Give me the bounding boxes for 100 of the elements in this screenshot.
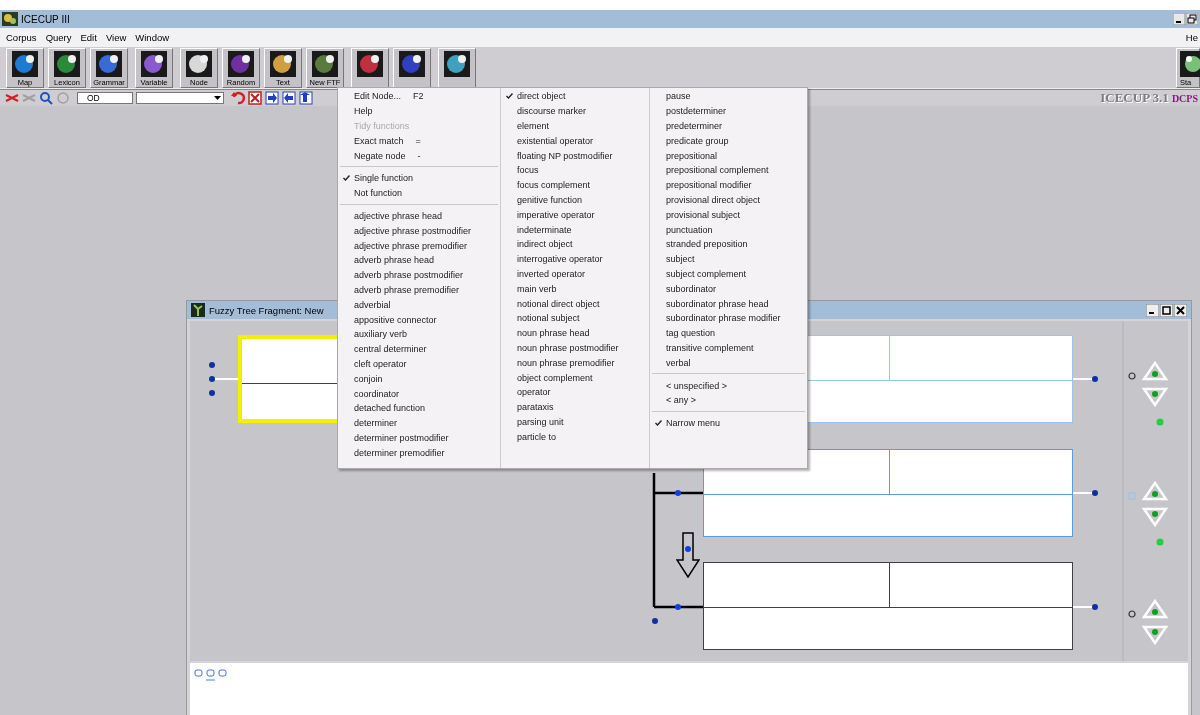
- search-icon[interactable]: [39, 91, 53, 105]
- down-triangle-icon[interactable]: [1142, 507, 1168, 527]
- arrow-icon[interactable]: [265, 91, 279, 105]
- node-field[interactable]: OD: [77, 92, 133, 104]
- menu-item[interactable]: Single function: [338, 171, 500, 186]
- menu-item[interactable]: parsing unit: [501, 414, 649, 430]
- menu-item[interactable]: adjective phrase head: [338, 208, 500, 224]
- menu-item[interactable]: adjective phrase premodifier: [338, 238, 500, 253]
- menu-item[interactable]: adverb phrase premodifier: [338, 282, 500, 298]
- connector-dots-drawing[interactable]: [208, 361, 238, 397]
- menu-item[interactable]: notional subject: [501, 310, 649, 326]
- menu-item[interactable]: auxiliary verb: [338, 326, 500, 342]
- menu-item[interactable]: interrogative operator: [501, 251, 649, 267]
- menu-item[interactable]: < unspecified >: [650, 378, 807, 393]
- menu-item[interactable]: Edit Node... F2: [338, 89, 500, 104]
- menu-item[interactable]: provisional direct object: [650, 192, 807, 208]
- menu-item[interactable]: direct object: [501, 89, 649, 104]
- menu-item[interactable]: verbal: [650, 355, 807, 371]
- node-icons-drawing[interactable]: [194, 669, 228, 683]
- toolbar-button[interactable]: [438, 47, 476, 88]
- menu-item[interactable]: detached function: [338, 400, 500, 416]
- menu-item[interactable]: particle to: [501, 429, 649, 445]
- up-triangle-icon[interactable]: [1142, 481, 1168, 501]
- menu-item[interactable]: element: [501, 118, 649, 134]
- menu-item[interactable]: coordinator: [338, 386, 500, 401]
- menu-item[interactable]: Query: [45, 32, 72, 43]
- minimize-icon[interactable]: [1146, 303, 1159, 317]
- menu-item[interactable]: conjoin: [338, 371, 500, 387]
- menu-item[interactable]: central determiner: [338, 341, 500, 357]
- menu-item[interactable]: Negate node -: [338, 148, 500, 163]
- down-triangle-icon[interactable]: [1142, 625, 1168, 645]
- dot-icon[interactable]: [1156, 418, 1164, 426]
- menu-item[interactable]: He: [1185, 32, 1200, 43]
- arrow-icon[interactable]: [299, 91, 313, 105]
- restore-icon[interactable]: [1186, 13, 1198, 25]
- menu-item[interactable]: noun phrase premodifier: [501, 355, 649, 371]
- tree-node[interactable]: [703, 449, 1073, 537]
- menu-item[interactable]: parataxis: [501, 399, 649, 415]
- menu-item[interactable]: < any >: [650, 392, 807, 408]
- menu-item[interactable]: subordinator phrase head: [650, 296, 807, 311]
- menu-item[interactable]: appositive connector: [338, 312, 500, 327]
- menu-item[interactable]: noun phrase head: [501, 325, 649, 341]
- menu-item[interactable]: indeterminate: [501, 222, 649, 237]
- menu-item[interactable]: cleft operator: [338, 356, 500, 372]
- menu-item[interactable]: main verb: [501, 281, 649, 297]
- menu-item[interactable]: object complement: [501, 370, 649, 385]
- circle-icon[interactable]: [1128, 610, 1136, 618]
- menu-item[interactable]: notional direct object: [501, 296, 649, 311]
- menu-item[interactable]: determiner postmodifier: [338, 430, 500, 446]
- close-icon[interactable]: [1174, 303, 1187, 317]
- menu-item[interactable]: Window: [135, 32, 170, 43]
- connector-drawing[interactable]: [1073, 603, 1099, 611]
- menu-item[interactable]: provisional subject: [650, 207, 807, 223]
- menu-item[interactable]: imperative operator: [501, 207, 649, 223]
- connector-drawing[interactable]: [1073, 375, 1099, 383]
- menu-item[interactable]: transitive complement: [650, 340, 807, 356]
- undo-icon[interactable]: [231, 91, 245, 105]
- menu-item[interactable]: noun phrase postmodifier: [501, 340, 649, 356]
- menu-item[interactable]: Corpus: [6, 32, 37, 43]
- menu-item[interactable]: predeterminer: [650, 118, 807, 134]
- connector-drawing[interactable]: [1073, 489, 1099, 497]
- menu-item[interactable]: adjective phrase postmodifier: [338, 223, 500, 239]
- menu-item[interactable]: prepositional complement: [650, 163, 807, 178]
- menu-item[interactable]: adverb phrase postmodifier: [338, 267, 500, 283]
- menu-item[interactable]: punctuation: [650, 222, 807, 237]
- menu-item[interactable]: adverbial: [338, 297, 500, 313]
- menu-item[interactable]: Help: [338, 103, 500, 119]
- menu-item[interactable]: determiner: [338, 415, 500, 431]
- menu-item[interactable]: indirect object: [501, 236, 649, 252]
- menu-item[interactable]: Exact match =: [338, 133, 500, 149]
- minimize-icon[interactable]: [1173, 13, 1185, 25]
- menu-item[interactable]: adverb phrase head: [338, 252, 500, 268]
- menu-item[interactable]: tag question: [650, 325, 807, 341]
- menu-item[interactable]: Not function: [338, 185, 500, 201]
- up-triangle-icon[interactable]: [1142, 361, 1168, 381]
- menu-item[interactable]: subordinator: [650, 281, 807, 297]
- menu-item[interactable]: existential operator: [501, 133, 649, 149]
- delete-icon[interactable]: [248, 91, 262, 105]
- menu-item[interactable]: stranded preposition: [650, 236, 807, 252]
- down-arrow-icon[interactable]: [676, 532, 700, 578]
- circle-icon[interactable]: [1128, 372, 1136, 380]
- menu-item[interactable]: Narrow menu: [650, 415, 807, 431]
- menu-item[interactable]: determiner premodifier: [338, 445, 500, 461]
- menu-item[interactable]: inverted operator: [501, 266, 649, 282]
- menu-item[interactable]: predicate group: [650, 133, 807, 149]
- maximize-icon[interactable]: [1160, 303, 1173, 317]
- arrow-icon[interactable]: [282, 91, 296, 105]
- down-triangle-icon[interactable]: [1142, 387, 1168, 407]
- menu-item[interactable]: pause: [650, 89, 807, 104]
- menu-item[interactable]: Edit: [80, 32, 97, 43]
- tree-node[interactable]: [703, 562, 1073, 650]
- scissors-icon[interactable]: [5, 92, 19, 104]
- menu-item[interactable]: subject complement: [650, 266, 807, 282]
- menu-item[interactable]: genitive function: [501, 192, 649, 208]
- toolbar-button[interactable]: [351, 47, 389, 88]
- dot-icon[interactable]: [1156, 538, 1164, 546]
- toolbar-button[interactable]: [393, 47, 431, 88]
- menu-item[interactable]: operator: [501, 384, 649, 400]
- menu-item[interactable]: discourse marker: [501, 103, 649, 119]
- dropdown-field[interactable]: [136, 92, 224, 104]
